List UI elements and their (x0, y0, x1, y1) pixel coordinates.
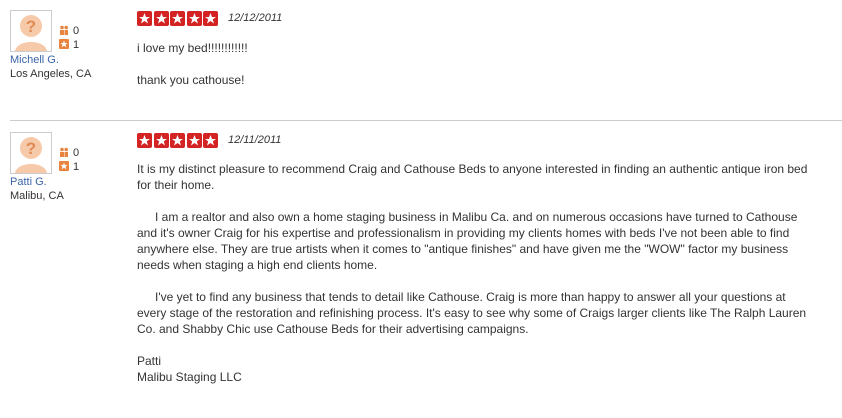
review-count: 1 (59, 38, 79, 52)
svg-text:?: ? (26, 17, 36, 36)
default-avatar-icon: ? (11, 133, 51, 173)
star-icon (203, 11, 219, 26)
rating-row: 12/11/2011 (137, 133, 817, 149)
review-signature-company: Malibu Staging LLC (137, 370, 242, 384)
friend-count-value: 0 (73, 25, 80, 37)
reviewer-stats: 0 1 (59, 24, 79, 52)
review-star-icon (59, 161, 69, 171)
review-divider (10, 120, 842, 121)
review-signature-name: Patti (137, 354, 162, 368)
avatar[interactable]: ? (10, 10, 52, 52)
star-icon (137, 133, 152, 148)
rating-row: 12/12/2011 (137, 11, 817, 27)
star-icon (153, 133, 169, 148)
star-icon (153, 11, 169, 26)
star-icon (186, 133, 202, 148)
star-icon (170, 133, 186, 148)
review-count-value: 1 (73, 39, 80, 51)
reviewer-location: Malibu, CA (10, 190, 64, 202)
reviewer-name-link[interactable]: Michell G. (10, 54, 59, 67)
review-text: i love my bed!!!!!!!!!!!! thank you cath… (137, 40, 817, 88)
review-text: It is my distinct pleasure to recommend … (137, 161, 817, 385)
friend-count: 0 (59, 146, 79, 160)
review-date: 12/11/2011 (228, 134, 282, 146)
friends-icon (60, 147, 68, 157)
review-body: 12/11/2011 It is my distinct pleasure to… (137, 133, 817, 385)
friends-icon (60, 25, 68, 35)
avatar[interactable]: ? (10, 132, 52, 174)
review-date: 12/12/2011 (228, 12, 283, 24)
review-count-value: 1 (73, 161, 80, 173)
svg-text:?: ? (26, 139, 36, 158)
review-star-icon (59, 39, 69, 49)
star-icon (186, 11, 202, 26)
review-body: 12/12/2011 i love my bed!!!!!!!!!!!! tha… (137, 11, 817, 88)
review-count: 1 (59, 160, 79, 174)
review-paragraph: It is my distinct pleasure to recommend … (137, 162, 808, 192)
review-paragraph: i love my bed!!!!!!!!!!!! (137, 41, 248, 55)
star-rating (137, 133, 220, 149)
review-paragraph: thank you cathouse! (137, 73, 245, 87)
reviewer-stats: 0 1 (59, 146, 79, 174)
star-rating (137, 11, 220, 27)
review-paragraph: I am a realtor and also own a home stagi… (137, 210, 798, 272)
reviewer-name-link[interactable]: Patti G. (10, 176, 47, 189)
default-avatar-icon: ? (11, 11, 51, 51)
star-icon (203, 133, 219, 148)
star-icon (170, 11, 186, 26)
friend-count: 0 (59, 24, 79, 38)
reviewer-location: Los Angeles, CA (10, 68, 92, 80)
star-icon (137, 11, 152, 26)
friend-count-value: 0 (73, 147, 80, 159)
review-paragraph: I've yet to find any business that tends… (137, 290, 807, 336)
